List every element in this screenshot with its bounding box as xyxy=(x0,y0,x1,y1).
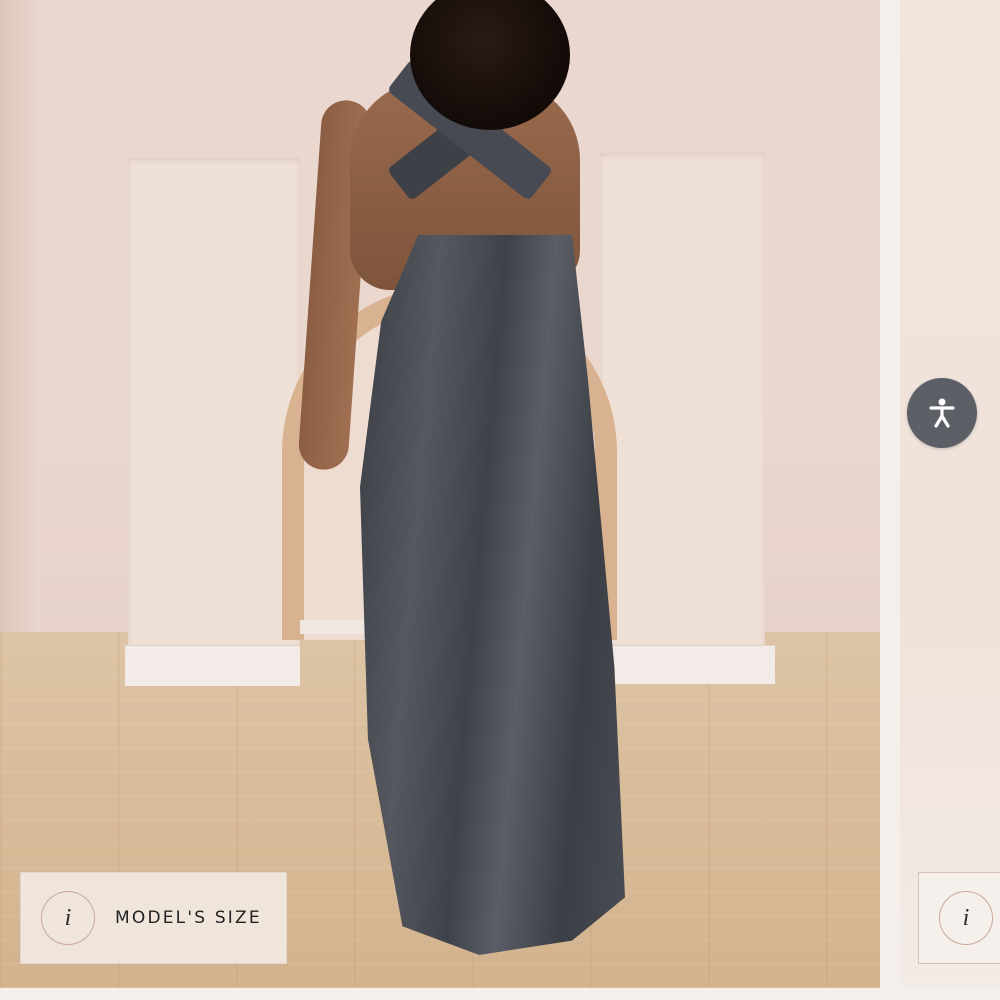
info-icon: i xyxy=(41,891,95,945)
models-size-button-next[interactable]: i xyxy=(918,872,1000,964)
product-photo-next[interactable]: i xyxy=(900,0,1000,988)
info-icon-glyph: i xyxy=(962,904,970,931)
satin-maxi-dress xyxy=(360,235,625,955)
models-size-label: MODEL'S SIZE xyxy=(115,908,262,928)
photo-right-panel xyxy=(600,153,765,648)
photo-left-panel xyxy=(128,158,300,648)
info-icon: i xyxy=(939,891,993,945)
accessibility-button[interactable] xyxy=(907,378,977,448)
product-image-gallery: i MODEL'S SIZE i xyxy=(0,0,1000,1000)
info-icon-glyph: i xyxy=(64,904,72,931)
models-size-button[interactable]: i MODEL'S SIZE xyxy=(20,872,287,964)
photo-right-panel-base xyxy=(600,645,775,684)
accessibility-person-icon xyxy=(929,398,955,428)
product-photo-main[interactable]: i MODEL'S SIZE xyxy=(0,0,880,988)
photo-left-panel-base xyxy=(125,645,300,686)
photo-wall-edge xyxy=(0,0,40,650)
gallery-bottom-margin xyxy=(0,988,1000,1000)
model-figure xyxy=(297,0,625,960)
